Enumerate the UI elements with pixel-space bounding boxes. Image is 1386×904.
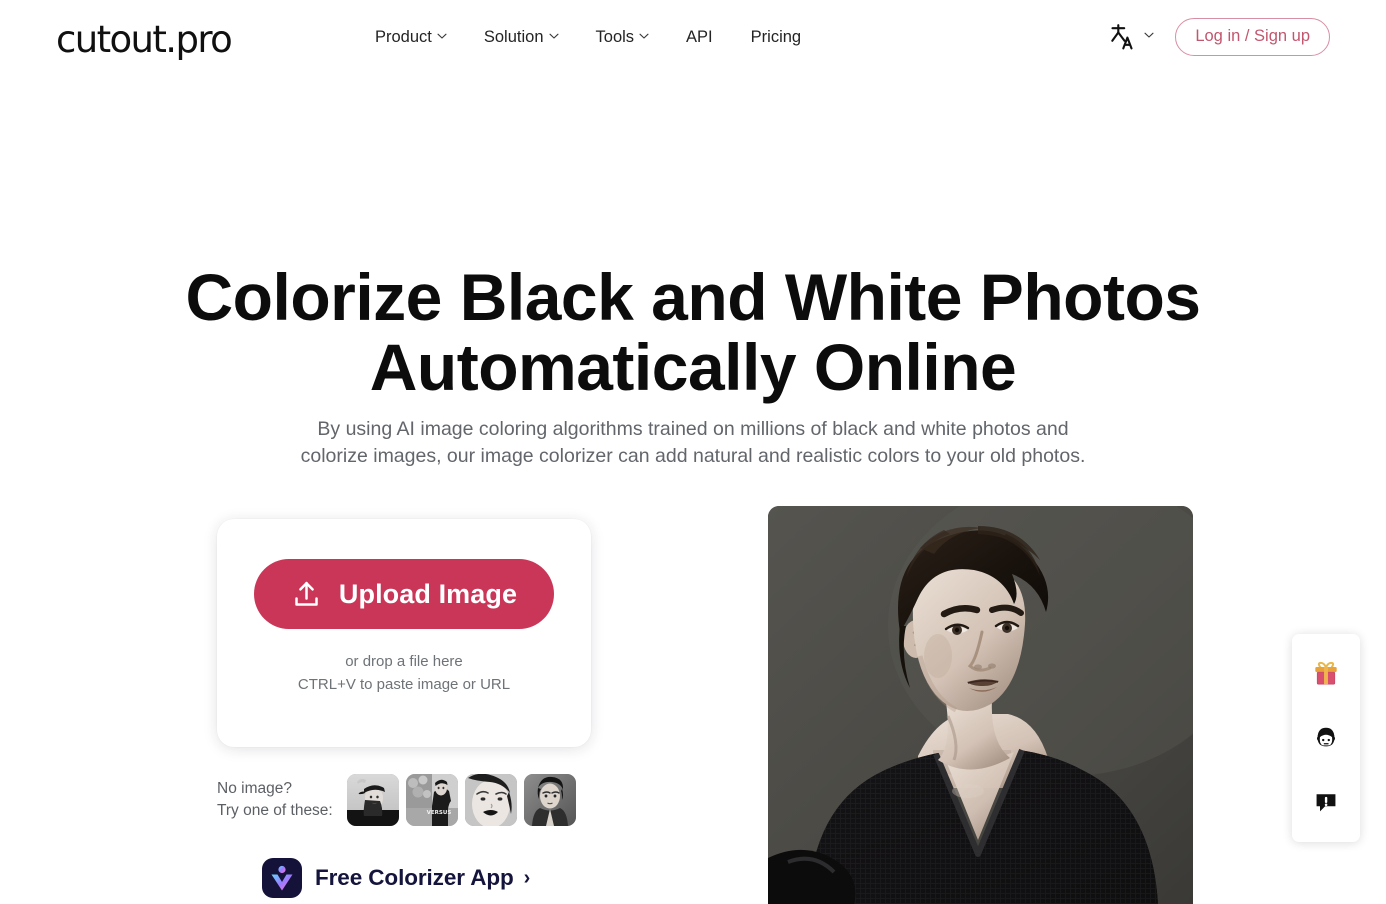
chevron-down-icon bbox=[437, 31, 447, 40]
page-title: Colorize Black and White Photos Automati… bbox=[0, 262, 1386, 402]
header-actions: Log in / Sign up bbox=[1108, 18, 1330, 56]
translate-icon bbox=[1108, 22, 1138, 52]
upload-dropzone-card[interactable]: Upload Image or drop a file here CTRL+V … bbox=[217, 519, 591, 747]
logo[interactable]: cutout.pro bbox=[56, 18, 233, 62]
sample-thumbnail-4[interactable] bbox=[524, 774, 576, 826]
dropzone-hint: or drop a file here CTRL+V to paste imag… bbox=[298, 651, 510, 696]
nav-item-label: API bbox=[686, 28, 713, 46]
sample-thumbnail-1[interactable] bbox=[347, 774, 399, 826]
sample-images-label: No image? Try one of these: bbox=[217, 778, 347, 822]
nav-item-pricing[interactable]: Pricing bbox=[751, 28, 801, 47]
sample-thumbnail-2[interactable]: VERSUS bbox=[406, 774, 458, 826]
page-title-line2: Automatically Online bbox=[369, 330, 1017, 405]
login-signup-button[interactable]: Log in / Sign up bbox=[1175, 18, 1330, 56]
page-subtitle-line1: By using AI image coloring algorithms tr… bbox=[317, 417, 1069, 440]
free-colorizer-app-text: Free Colorizer App › bbox=[315, 864, 531, 890]
floating-side-widget bbox=[1292, 634, 1360, 842]
site-header: cutout.pro Product Solution Tools API Pr… bbox=[0, 0, 1386, 80]
language-selector[interactable] bbox=[1108, 22, 1154, 52]
page-title-line1: Colorize Black and White Photos bbox=[185, 260, 1201, 335]
sample-images-label-line1: No image? bbox=[217, 780, 292, 797]
nav-item-api[interactable]: API bbox=[686, 28, 713, 47]
sample-thumbnail-3[interactable] bbox=[465, 774, 517, 826]
chevron-down-icon bbox=[1144, 30, 1154, 39]
support-face-icon[interactable] bbox=[1304, 716, 1348, 760]
nav-item-label: Tools bbox=[595, 28, 635, 46]
chevron-down-icon bbox=[639, 31, 649, 40]
main-navigation: Product Solution Tools API Pricing bbox=[375, 28, 801, 47]
chevron-right-icon: › bbox=[523, 867, 531, 889]
page-subtitle-line2: colorize images, our image colorizer can… bbox=[300, 444, 1086, 467]
sample-images-section: No image? Try one of these: VERSUS bbox=[217, 774, 576, 826]
upload-image-label: Upload Image bbox=[338, 578, 518, 609]
nav-item-tools[interactable]: Tools bbox=[596, 28, 649, 47]
nav-item-solution[interactable]: Solution bbox=[483, 28, 559, 47]
upload-icon bbox=[291, 579, 322, 610]
sample-thumbnail-list: VERSUS bbox=[347, 774, 576, 826]
dropzone-hint-line1: or drop a file here bbox=[345, 653, 463, 670]
nav-item-product[interactable]: Product bbox=[375, 28, 447, 47]
nav-item-label: Pricing bbox=[750, 28, 802, 46]
free-colorizer-app-label: Free Colorizer App bbox=[315, 864, 514, 890]
free-colorizer-app-link[interactable]: Free Colorizer App › bbox=[262, 858, 530, 898]
gift-icon[interactable] bbox=[1304, 652, 1348, 696]
hero-sample-photo bbox=[768, 506, 1193, 904]
chevron-down-icon bbox=[548, 31, 559, 40]
nav-item-label: Solution bbox=[483, 28, 544, 46]
feedback-icon[interactable] bbox=[1304, 780, 1348, 824]
colorizer-app-icon bbox=[262, 858, 302, 898]
svg-text:VERSUS: VERSUS bbox=[427, 810, 452, 816]
sample-images-label-line2: Try one of these: bbox=[217, 802, 333, 819]
page-subtitle: By using AI image coloring algorithms tr… bbox=[0, 416, 1386, 470]
upload-image-button[interactable]: Upload Image bbox=[254, 559, 554, 629]
nav-item-label: Product bbox=[375, 28, 432, 46]
dropzone-hint-line2: CTRL+V to paste image or URL bbox=[297, 675, 511, 693]
